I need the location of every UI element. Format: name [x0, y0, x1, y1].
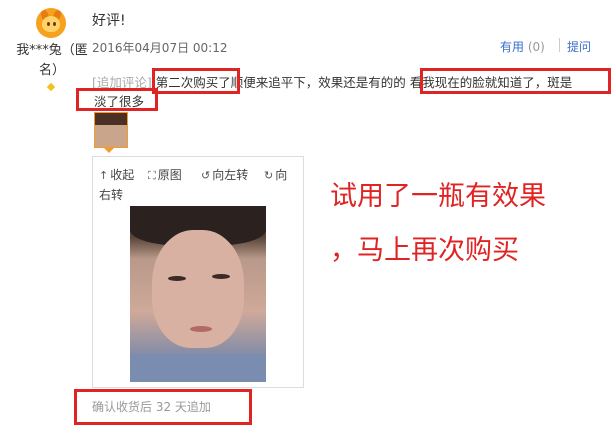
review-date: 2016年04月07日 00:12 — [92, 41, 228, 55]
highlight-box — [152, 68, 240, 94]
useful-count: (0) — [527, 40, 545, 54]
rotate-right-label-cont[interactable]: 右转 — [99, 186, 123, 203]
review-photo[interactable] — [130, 206, 266, 382]
user-badge-icon — [46, 82, 56, 92]
rotate-right-button[interactable]: ↻ 向 — [264, 166, 287, 183]
followup-time: 确认收货后 32 天追加 — [92, 400, 211, 414]
collapse-button[interactable]: ↑ 收起 — [99, 166, 134, 183]
photo-thumbnail[interactable] — [94, 112, 128, 148]
highlight-box — [420, 68, 611, 94]
useful-label: 有用 — [500, 40, 525, 54]
thumbnail-pointer-icon — [104, 148, 114, 153]
arrow-up-icon: ↑ — [99, 169, 109, 182]
user-name: 我***兔（匿名） — [16, 43, 88, 78]
avatar[interactable] — [36, 8, 66, 38]
rotate-left-icon: ↺ — [201, 169, 211, 182]
annotation-line-1: 试用了一瓶有效果 — [330, 181, 546, 212]
useful-button[interactable]: 有用 (0) — [500, 38, 545, 55]
highlight-box — [76, 88, 158, 111]
review-title: 好评! — [92, 13, 126, 29]
rotate-right-icon: ↻ — [264, 169, 274, 182]
rotate-left-button[interactable]: ↺ 向左转 — [201, 166, 248, 183]
ask-link[interactable]: 提问 — [567, 38, 591, 55]
expand-icon: ⛶ — [148, 169, 156, 182]
original-button[interactable]: ⛶ 原图 — [148, 166, 182, 183]
annotation-line-2: ，马上再次购买 — [330, 235, 519, 266]
divider — [559, 38, 560, 52]
